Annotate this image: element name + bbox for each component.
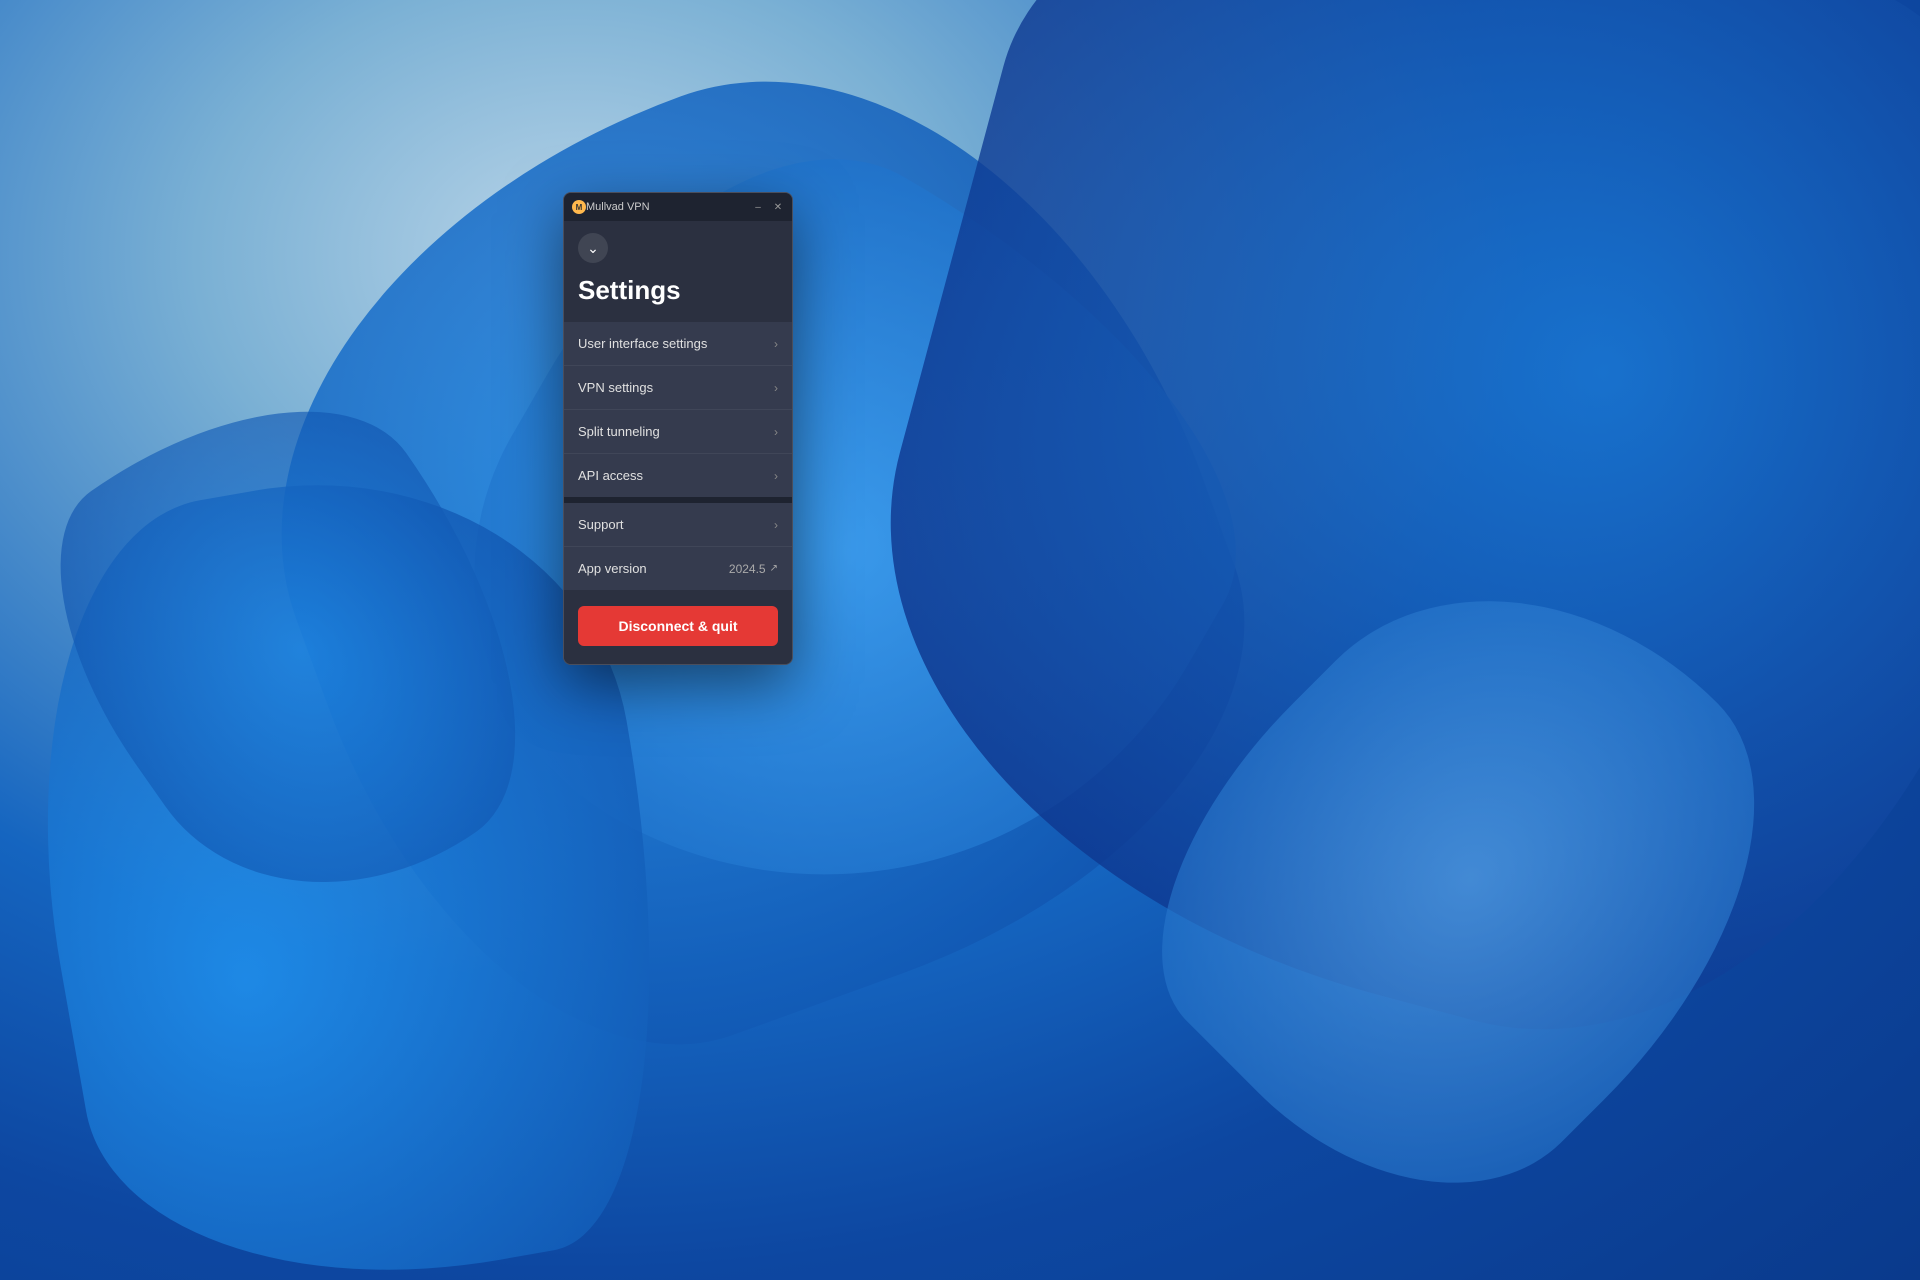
main-menu-section: User interface settings › VPN settings ›…	[564, 322, 792, 497]
wallpaper-swirls	[0, 0, 1920, 1280]
user-interface-settings-label: User interface settings	[578, 336, 707, 351]
app-version-value: 2024.5 ↗	[729, 562, 778, 576]
vpn-settings-label: VPN settings	[578, 380, 653, 395]
split-tunneling-right: ›	[774, 425, 778, 439]
chevron-right-icon: ›	[774, 518, 778, 532]
minimize-button[interactable]: –	[752, 201, 764, 213]
settings-title: Settings	[564, 271, 792, 322]
back-button[interactable]: ⌄	[578, 233, 608, 263]
vpn-settings-right: ›	[774, 381, 778, 395]
support-label: Support	[578, 517, 624, 532]
mullvad-vpn-window: M Mullvad VPN – ✕ ⌄ Settings User interf…	[563, 192, 793, 665]
back-button-area: ⌄	[564, 221, 792, 271]
support-right: ›	[774, 518, 778, 532]
api-access-right: ›	[774, 469, 778, 483]
chevron-right-icon: ›	[774, 469, 778, 483]
disconnect-area: Disconnect & quit	[564, 590, 792, 664]
app-version-number: 2024.5	[729, 562, 766, 576]
chevron-right-icon: ›	[774, 337, 778, 351]
menu-item-split-tunneling[interactable]: Split tunneling ›	[564, 409, 792, 453]
chevron-right-icon: ›	[774, 425, 778, 439]
titlebar-controls: – ✕	[752, 201, 784, 213]
menu-item-vpn-settings[interactable]: VPN settings ›	[564, 365, 792, 409]
app-version-label: App version	[578, 561, 647, 576]
titlebar-title: Mullvad VPN	[586, 201, 752, 213]
menu-item-support[interactable]: Support ›	[564, 503, 792, 546]
api-access-label: API access	[578, 468, 643, 483]
chevron-down-icon: ⌄	[587, 240, 599, 257]
split-tunneling-label: Split tunneling	[578, 424, 660, 439]
mullvad-logo-icon: M	[572, 200, 586, 214]
menu-item-user-interface-settings[interactable]: User interface settings ›	[564, 322, 792, 365]
external-link-icon: ↗	[770, 563, 778, 574]
secondary-menu-section: Support › App version 2024.5 ↗	[564, 503, 792, 590]
close-button[interactable]: ✕	[772, 201, 784, 213]
app-version-row[interactable]: App version 2024.5 ↗	[564, 546, 792, 590]
window-body: ⌄ Settings User interface settings › VPN…	[564, 221, 792, 664]
user-interface-settings-right: ›	[774, 337, 778, 351]
chevron-right-icon: ›	[774, 381, 778, 395]
menu-item-api-access[interactable]: API access ›	[564, 453, 792, 497]
titlebar: M Mullvad VPN – ✕	[564, 193, 792, 221]
disconnect-quit-button[interactable]: Disconnect & quit	[578, 606, 778, 646]
